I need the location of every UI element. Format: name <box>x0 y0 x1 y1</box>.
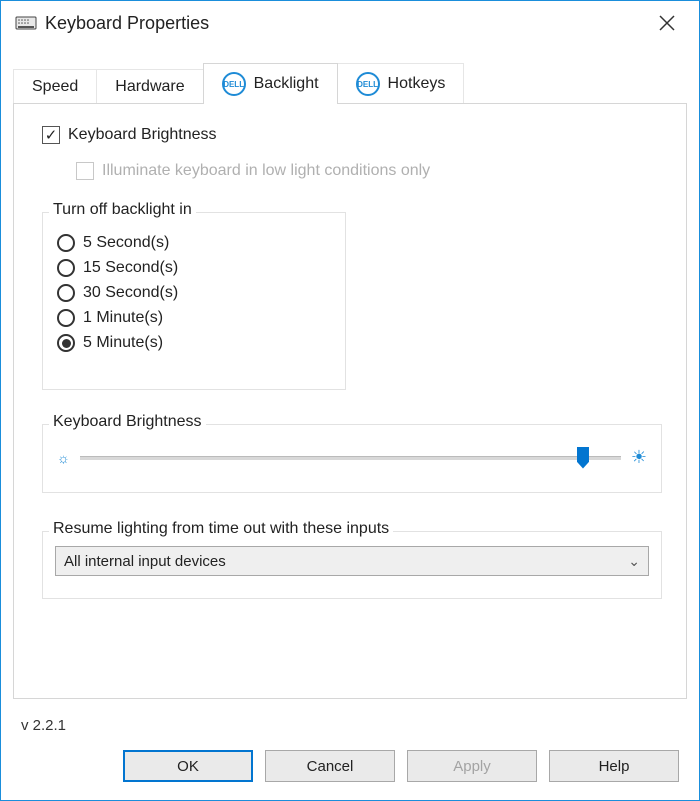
window-title: Keyboard Properties <box>45 13 209 34</box>
radio-icon <box>57 309 75 327</box>
tab-panel-backlight: ✓ Keyboard Brightness Illuminate keyboar… <box>13 103 687 699</box>
group-legend: Resume lighting from time out with these… <box>49 520 393 538</box>
checkbox-label: Keyboard Brightness <box>68 126 217 144</box>
radio-5-seconds[interactable]: 5 Second(s) <box>57 234 331 252</box>
turnoff-group: Turn off backlight in 5 Second(s) 15 Sec… <box>42 212 346 390</box>
radio-icon <box>57 234 75 252</box>
cancel-button[interactable]: Cancel <box>265 750 395 782</box>
radio-5-minutes[interactable]: 5 Minute(s) <box>57 334 331 352</box>
tab-hardware[interactable]: Hardware <box>96 69 203 104</box>
group-legend: Turn off backlight in <box>49 201 196 219</box>
ok-button[interactable]: OK <box>123 750 253 782</box>
radio-icon <box>57 284 75 302</box>
button-label: Apply <box>453 758 491 775</box>
slider-thumb[interactable] <box>577 447 589 469</box>
tab-hotkeys[interactable]: DELL Hotkeys <box>337 63 465 104</box>
button-label: Help <box>599 758 630 775</box>
chevron-down-icon: ⌄ <box>628 553 640 570</box>
tab-speed[interactable]: Speed <box>13 69 97 104</box>
radio-label: 1 Minute(s) <box>83 309 163 327</box>
dell-icon: DELL <box>356 72 380 96</box>
button-label: Cancel <box>307 758 354 775</box>
radio-1-minute[interactable]: 1 Minute(s) <box>57 309 331 327</box>
button-label: OK <box>177 758 199 775</box>
tab-label: Backlight <box>254 75 319 93</box>
radio-icon <box>57 334 75 352</box>
radio-label: 30 Second(s) <box>83 284 178 302</box>
close-button[interactable] <box>647 3 687 43</box>
slider-track[interactable] <box>80 456 621 460</box>
dell-icon: DELL <box>222 72 246 96</box>
brightness-group: Keyboard Brightness ☼ ☀ <box>42 424 662 493</box>
keyboard-brightness-checkbox[interactable]: ✓ Keyboard Brightness <box>42 126 662 144</box>
radio-15-seconds[interactable]: 15 Second(s) <box>57 259 331 277</box>
tab-label: Hotkeys <box>388 75 446 93</box>
tab-strip: Speed Hardware DELL Backlight DELL Hotke… <box>13 63 687 104</box>
select-value: All internal input devices <box>64 553 226 570</box>
checkbox-icon <box>76 162 94 180</box>
button-bar: OK Cancel Apply Help <box>1 734 699 800</box>
help-button[interactable]: Help <box>549 750 679 782</box>
brightness-slider[interactable]: ☼ ☀ <box>57 447 647 468</box>
tab-label: Speed <box>32 78 78 96</box>
radio-label: 15 Second(s) <box>83 259 178 277</box>
brightness-low-icon: ☼ <box>57 450 70 466</box>
version-label: v 2.2.1 <box>21 717 679 734</box>
resume-select[interactable]: All internal input devices ⌄ <box>55 546 649 576</box>
checkbox-icon: ✓ <box>42 126 60 144</box>
radio-30-seconds[interactable]: 30 Second(s) <box>57 284 331 302</box>
lowlight-checkbox: Illuminate keyboard in low light conditi… <box>76 162 662 180</box>
radio-icon <box>57 259 75 277</box>
title-bar: Keyboard Properties <box>1 1 699 45</box>
radio-label: 5 Minute(s) <box>83 334 163 352</box>
brightness-high-icon: ☀ <box>631 447 647 468</box>
apply-button: Apply <box>407 750 537 782</box>
tab-label: Hardware <box>115 78 184 96</box>
checkbox-label: Illuminate keyboard in low light conditi… <box>102 162 430 180</box>
resume-group: Resume lighting from time out with these… <box>42 531 662 599</box>
keyboard-icon <box>15 12 37 34</box>
tab-backlight[interactable]: DELL Backlight <box>203 63 338 104</box>
close-icon <box>659 15 675 31</box>
radio-label: 5 Second(s) <box>83 234 169 252</box>
group-legend: Keyboard Brightness <box>49 413 206 431</box>
